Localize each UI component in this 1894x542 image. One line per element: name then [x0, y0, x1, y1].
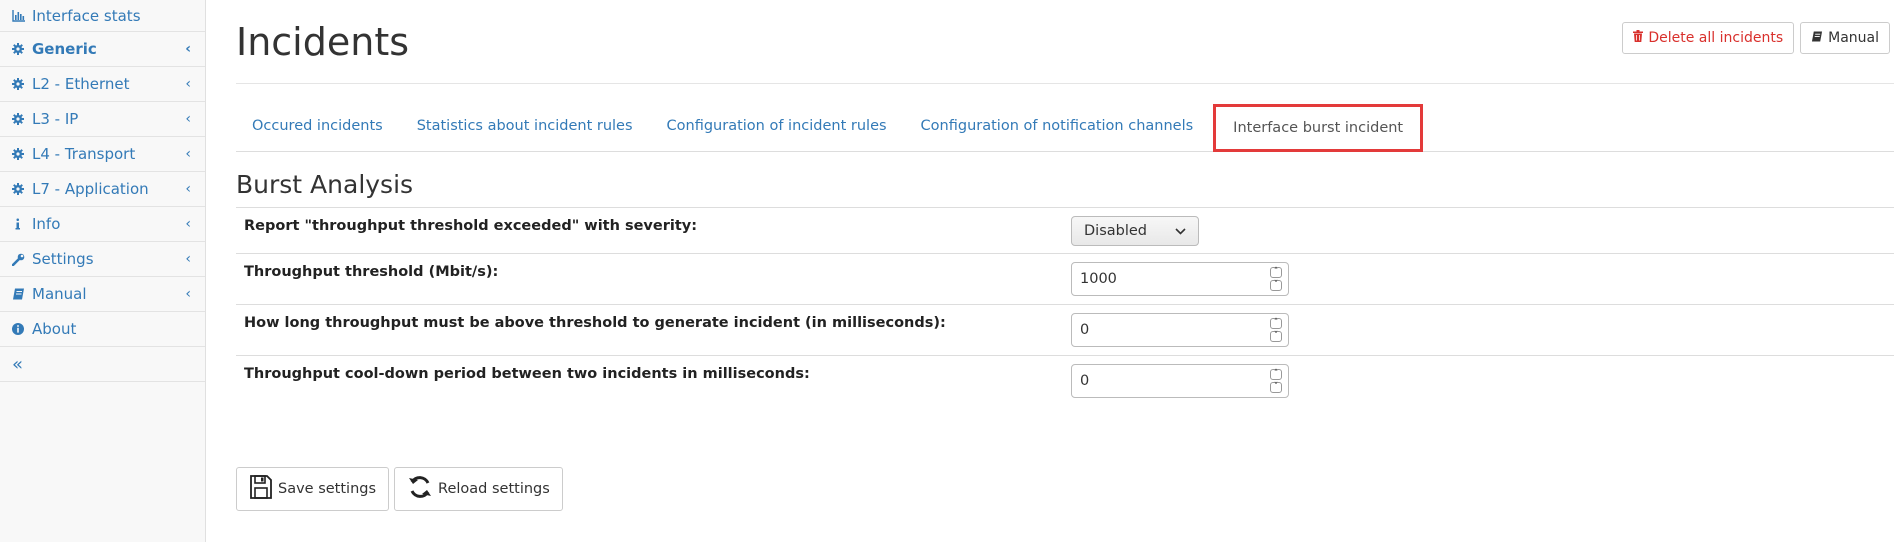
sidebar-item-label: Generic	[32, 40, 97, 58]
sidebar-collapse-button[interactable]: «	[0, 347, 205, 382]
chevron-left-icon: ‹	[185, 111, 191, 127]
save-settings-label: Save settings	[278, 481, 377, 497]
header-divider	[236, 83, 1894, 84]
cooldown-value: 0	[1080, 373, 1090, 389]
chevron-left-icon: ‹	[185, 286, 191, 302]
sidebar-item-manual[interactable]: Manual ‹	[0, 277, 205, 312]
settings-table: Report "throughput threshold exceeded" w…	[236, 207, 1894, 407]
refresh-icon	[407, 474, 433, 504]
sidebar-item-info[interactable]: Info ‹	[0, 207, 205, 242]
chevron-down-icon	[1175, 223, 1186, 239]
tab-interface-burst-incident[interactable]: Interface burst incident	[1213, 104, 1424, 152]
gear-icon	[12, 78, 32, 90]
sidebar-item-label: L4 - Transport	[32, 145, 136, 163]
sidebar-item-label: L3 - IP	[32, 110, 79, 128]
gear-icon	[12, 148, 32, 160]
duration-stepper[interactable]: ˄ ˅	[1270, 318, 1282, 342]
gear-icon	[12, 113, 32, 125]
double-chevron-left-icon: «	[12, 353, 24, 375]
delete-all-label: Delete all incidents	[1648, 30, 1784, 46]
severity-control: Disabled	[1071, 216, 1199, 246]
gear-icon	[12, 43, 32, 55]
book-icon	[1811, 30, 1823, 46]
trash-icon	[1633, 30, 1644, 46]
severity-select[interactable]: Disabled	[1071, 216, 1199, 246]
threshold-value: 1000	[1080, 271, 1117, 287]
sidebar-item-interface-stats[interactable]: Interface stats	[0, 0, 205, 32]
chevron-left-icon: ‹	[185, 251, 191, 267]
cooldown-stepper[interactable]: ˄ ˅	[1270, 369, 1282, 393]
duration-value: 0	[1080, 322, 1090, 338]
stepper-down-icon[interactable]: ˅	[1270, 382, 1282, 393]
stepper-down-icon[interactable]: ˅	[1270, 331, 1282, 342]
header-actions: Delete all incidents Manual	[1622, 22, 1890, 54]
reload-settings-button[interactable]: Reload settings	[394, 467, 563, 511]
manual-label: Manual	[1828, 30, 1879, 46]
sidebar-item-label: L7 - Application	[32, 180, 149, 198]
form-actions: Save settings Reload settings	[236, 467, 563, 511]
section-title: Burst Analysis	[236, 170, 414, 199]
sidebar-item-l3-ip[interactable]: L3 - IP ‹	[0, 102, 205, 137]
bar-chart-icon	[12, 9, 32, 22]
sidebar-item-l7-application[interactable]: L7 - Application ‹	[0, 172, 205, 207]
settings-row-cooldown: Throughput cool-down period between two …	[236, 356, 1894, 407]
info-circle-icon	[12, 323, 32, 335]
chevron-left-icon: ‹	[185, 181, 191, 197]
chevron-left-icon: ‹	[185, 146, 191, 162]
book-icon	[12, 288, 32, 300]
settings-row-threshold: Throughput threshold (Mbit/s): 1000 ˄ ˅	[236, 254, 1894, 305]
severity-label: Report "throughput threshold exceeded" w…	[244, 218, 698, 234]
stepper-down-icon[interactable]: ˅	[1270, 280, 1282, 291]
settings-row-severity: Report "throughput threshold exceeded" w…	[236, 208, 1894, 254]
tab-configuration-incident-rules[interactable]: Configuration of incident rules	[651, 104, 903, 148]
sidebar-item-label: Settings	[32, 250, 94, 268]
duration-input[interactable]: 0 ˄ ˅	[1071, 313, 1289, 347]
sidebar-item-l4-transport[interactable]: L4 - Transport ‹	[0, 137, 205, 172]
stepper-up-icon[interactable]: ˄	[1270, 318, 1282, 329]
tab-bar: Occured incidents Statistics about incid…	[236, 104, 1894, 152]
cooldown-label: Throughput cool-down period between two …	[244, 366, 810, 382]
reload-settings-label: Reload settings	[438, 481, 550, 497]
sidebar-item-label: Manual	[32, 285, 87, 303]
threshold-control: 1000 ˄ ˅	[1071, 262, 1289, 296]
duration-label: How long throughput must be above thresh…	[244, 315, 946, 331]
settings-row-duration: How long throughput must be above thresh…	[236, 305, 1894, 356]
info-icon	[12, 218, 32, 230]
wrench-icon	[12, 253, 32, 266]
sidebar-item-settings[interactable]: Settings ‹	[0, 242, 205, 277]
sidebar-item-label: About	[32, 320, 77, 338]
delete-all-incidents-button[interactable]: Delete all incidents	[1622, 22, 1795, 54]
sidebar-item-label: Info	[32, 215, 61, 233]
tab-statistics-incident-rules[interactable]: Statistics about incident rules	[401, 104, 649, 148]
cooldown-control: 0 ˄ ˅	[1071, 364, 1289, 398]
cooldown-input[interactable]: 0 ˄ ˅	[1071, 364, 1289, 398]
gear-icon	[12, 183, 32, 195]
save-settings-button[interactable]: Save settings	[236, 467, 390, 511]
sidebar-item-label: L2 - Ethernet	[32, 75, 130, 93]
chevron-left-icon: ‹	[185, 216, 191, 232]
page-title: Incidents	[236, 20, 410, 64]
duration-control: 0 ˄ ˅	[1071, 313, 1289, 347]
floppy-disk-icon	[249, 474, 273, 504]
main-content: Incidents Delete all incidents Manual Oc…	[236, 0, 1894, 542]
manual-button[interactable]: Manual	[1800, 22, 1890, 54]
sidebar-item-generic[interactable]: Generic ‹	[0, 32, 205, 67]
stepper-up-icon[interactable]: ˄	[1270, 267, 1282, 278]
stepper-up-icon[interactable]: ˄	[1270, 369, 1282, 380]
chevron-left-icon: ‹	[185, 41, 191, 57]
threshold-stepper[interactable]: ˄ ˅	[1270, 267, 1282, 291]
severity-selected-value: Disabled	[1084, 223, 1147, 239]
sidebar-item-about[interactable]: About	[0, 312, 205, 347]
chevron-left-icon: ‹	[185, 76, 191, 92]
tab-configuration-notification-channels[interactable]: Configuration of notification channels	[905, 104, 1210, 148]
threshold-input[interactable]: 1000 ˄ ˅	[1071, 262, 1289, 296]
sidebar-item-label: Interface stats	[32, 6, 141, 25]
threshold-label: Throughput threshold (Mbit/s):	[244, 264, 499, 280]
tab-occured-incidents[interactable]: Occured incidents	[236, 104, 399, 148]
sidebar: Interface stats Generic ‹ L2 - Ethernet …	[0, 0, 206, 542]
sidebar-item-l2-ethernet[interactable]: L2 - Ethernet ‹	[0, 67, 205, 102]
